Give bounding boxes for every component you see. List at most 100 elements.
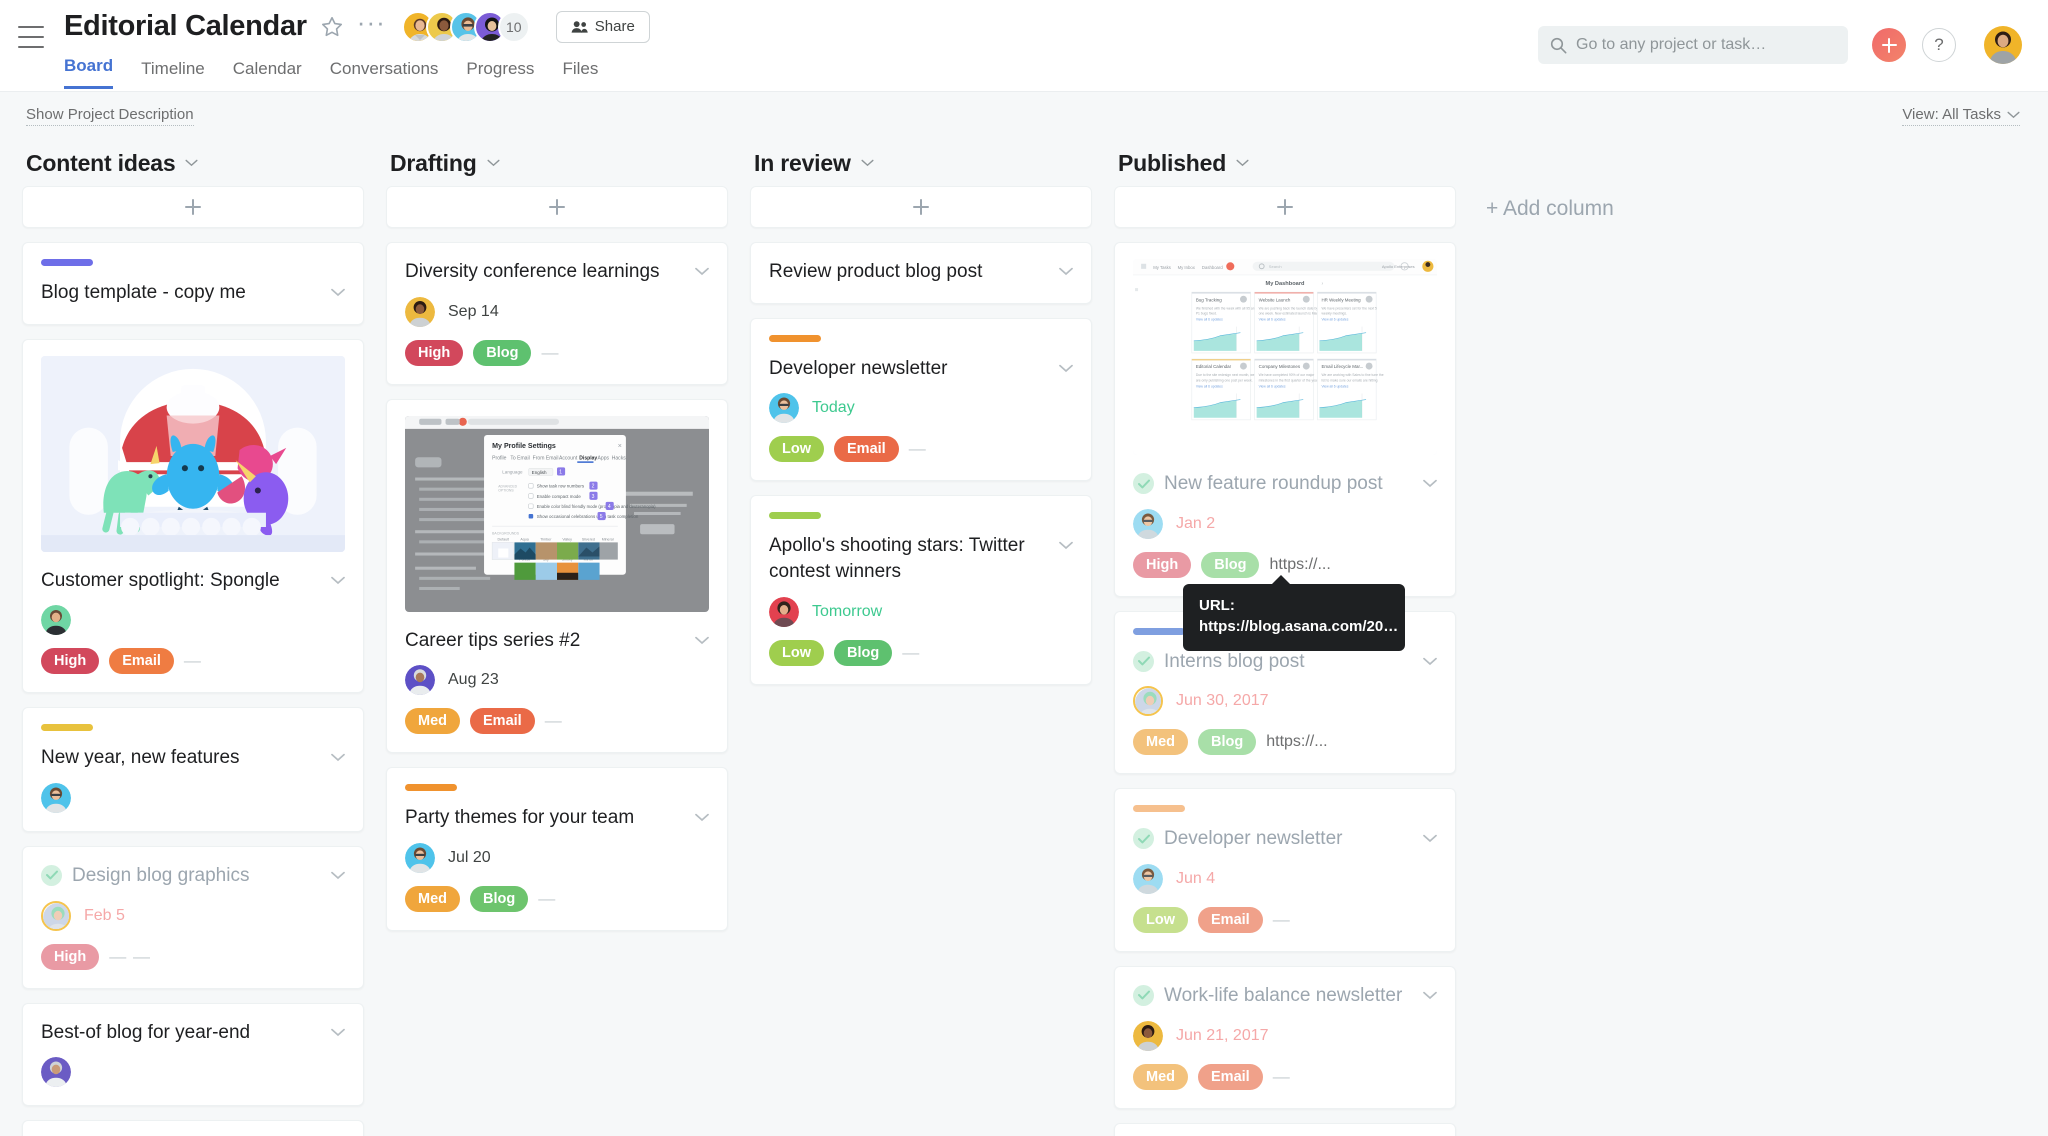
- task-card[interactable]: New year, new features: [22, 707, 364, 832]
- menu-icon[interactable]: [18, 26, 44, 48]
- avatar[interactable]: [1133, 508, 1163, 539]
- card-tag[interactable]: Low: [769, 639, 824, 666]
- avatar[interactable]: [41, 782, 71, 813]
- tab-progress[interactable]: Progress: [466, 59, 534, 89]
- card-due-date[interactable]: Jun 4: [1176, 870, 1215, 888]
- task-card[interactable]: Best-of blog for year-end: [22, 1002, 364, 1107]
- task-card[interactable]: My Profile Settings × Profile To Email From …: [386, 398, 728, 754]
- card-due-date[interactable]: Sep 14: [448, 303, 499, 321]
- show-project-description-link[interactable]: Show Project Description: [26, 106, 194, 126]
- chevron-down-icon[interactable]: [695, 636, 709, 645]
- task-card[interactable]: My Tasks My Inbox Dashboard Search Apollo En…: [1114, 242, 1456, 652]
- member-overflow-count[interactable]: 10: [497, 10, 530, 43]
- add-card-button[interactable]: [22, 186, 364, 228]
- card-tag[interactable]: High: [41, 943, 100, 970]
- card-tag[interactable]: Blog: [473, 339, 532, 366]
- star-icon[interactable]: [319, 14, 345, 40]
- complete-task-icon[interactable]: [1133, 984, 1154, 1006]
- card-tag[interactable]: Blog: [834, 639, 893, 666]
- avatar[interactable]: [405, 842, 435, 873]
- card-due-date[interactable]: Today: [812, 399, 855, 417]
- avatar[interactable]: [1133, 1020, 1163, 1051]
- column-header[interactable]: Content ideas: [22, 140, 364, 186]
- avatar[interactable]: [405, 665, 435, 696]
- card-due-date[interactable]: Aug 23: [448, 671, 499, 689]
- tab-conversations[interactable]: Conversations: [330, 59, 439, 89]
- task-card[interactable]: Developer newsletter Jun 4 Low Email —: [1114, 788, 1456, 952]
- avatar[interactable]: [1984, 26, 2022, 64]
- chevron-down-icon[interactable]: [1059, 364, 1073, 373]
- ellipsis-icon[interactable]: ···: [357, 9, 386, 38]
- tab-timeline[interactable]: Timeline: [141, 59, 205, 89]
- task-card[interactable]: Customer spotlight: Spongle High Email —: [22, 338, 364, 694]
- create-button[interactable]: [1872, 28, 1906, 62]
- card-tag[interactable]: Med: [405, 708, 460, 735]
- tab-calendar[interactable]: Calendar: [233, 59, 302, 89]
- column-header[interactable]: In review: [750, 140, 1092, 186]
- complete-task-icon[interactable]: [41, 864, 62, 886]
- card-tag[interactable]: Med: [1133, 1063, 1188, 1090]
- chevron-down-icon[interactable]: [1059, 541, 1073, 550]
- task-card[interactable]: Stakeholder management during summertime…: [1114, 1122, 1456, 1136]
- task-card[interactable]: Apollo's shooting stars: Twitter contest…: [750, 495, 1092, 685]
- card-tag[interactable]: Blog: [1198, 729, 1257, 756]
- chevron-down-icon[interactable]: [331, 753, 345, 762]
- column-header[interactable]: Drafting: [386, 140, 728, 186]
- card-tag[interactable]: Med: [1133, 729, 1188, 756]
- card-url-field[interactable]: https://...: [1266, 733, 1327, 751]
- card-due-date[interactable]: Jun 30, 2017: [1176, 692, 1269, 710]
- avatar[interactable]: [769, 596, 799, 627]
- add-card-button[interactable]: [1114, 186, 1456, 228]
- add-column-button[interactable]: + Add column: [1478, 186, 1718, 232]
- card-tag[interactable]: Blog: [1201, 551, 1260, 578]
- avatar[interactable]: [41, 1057, 71, 1088]
- card-tag[interactable]: Email: [834, 436, 899, 463]
- member-avatars[interactable]: 10: [401, 10, 530, 43]
- task-card[interactable]: Customer spotlight post: [22, 1120, 364, 1136]
- task-card[interactable]: Blog template - copy me: [22, 242, 364, 325]
- tab-files[interactable]: Files: [562, 59, 598, 89]
- chevron-down-icon[interactable]: [695, 813, 709, 822]
- card-attachment-thumbnail[interactable]: My Profile Settings × Profile To Email From …: [405, 415, 709, 612]
- add-card-button[interactable]: [750, 186, 1092, 228]
- task-card[interactable]: Work-life balance newsletter Jun 21, 2017…: [1114, 965, 1456, 1109]
- avatar[interactable]: [769, 393, 799, 424]
- complete-task-icon[interactable]: [1133, 828, 1154, 850]
- card-tag[interactable]: Blog: [470, 885, 529, 912]
- card-tag[interactable]: High: [41, 648, 100, 675]
- card-tag[interactable]: High: [1133, 551, 1192, 578]
- card-due-date[interactable]: Tomorrow: [812, 603, 882, 621]
- add-card-button[interactable]: [386, 186, 728, 228]
- chevron-down-icon[interactable]: [331, 288, 345, 297]
- chevron-down-icon[interactable]: [331, 1028, 345, 1037]
- chevron-down-icon[interactable]: [1423, 834, 1437, 843]
- card-tag[interactable]: Email: [1198, 1063, 1263, 1090]
- avatar[interactable]: [1133, 863, 1163, 894]
- chevron-down-icon[interactable]: [1423, 657, 1437, 666]
- chevron-down-icon[interactable]: [1423, 479, 1437, 488]
- column-header[interactable]: Published: [1114, 140, 1456, 186]
- card-tag[interactable]: Email: [109, 648, 174, 675]
- task-card[interactable]: Developer newsletter Today Low Email —: [750, 317, 1092, 482]
- tab-board[interactable]: Board: [64, 56, 114, 89]
- avatar[interactable]: [41, 605, 71, 636]
- card-due-date[interactable]: Jul 20: [448, 849, 491, 867]
- search-input[interactable]: Go to any project or task…: [1538, 26, 1848, 64]
- card-due-date[interactable]: Jan 2: [1176, 515, 1215, 533]
- task-card[interactable]: Review product blog post: [750, 242, 1092, 304]
- card-due-date[interactable]: Jun 21, 2017: [1176, 1027, 1269, 1045]
- card-due-date[interactable]: Feb 5: [84, 907, 125, 925]
- card-attachment-thumbnail[interactable]: [41, 355, 345, 552]
- complete-task-icon[interactable]: [1133, 650, 1154, 672]
- task-card[interactable]: Party themes for your team Jul 20 Med Blog —: [386, 767, 728, 931]
- task-card[interactable]: Design blog graphics Feb 5 High — —: [22, 845, 364, 989]
- help-button[interactable]: ?: [1922, 28, 1956, 62]
- chevron-down-icon[interactable]: [1423, 991, 1437, 1000]
- avatar[interactable]: [41, 900, 71, 931]
- chevron-down-icon[interactable]: [1059, 267, 1073, 276]
- card-tag[interactable]: Email: [470, 708, 535, 735]
- chevron-down-icon[interactable]: [695, 267, 709, 276]
- card-tag[interactable]: Low: [769, 436, 824, 463]
- view-selector[interactable]: View: All Tasks: [1902, 106, 2020, 126]
- task-card[interactable]: Diversity conference learnings Sep 14 High…: [386, 242, 728, 385]
